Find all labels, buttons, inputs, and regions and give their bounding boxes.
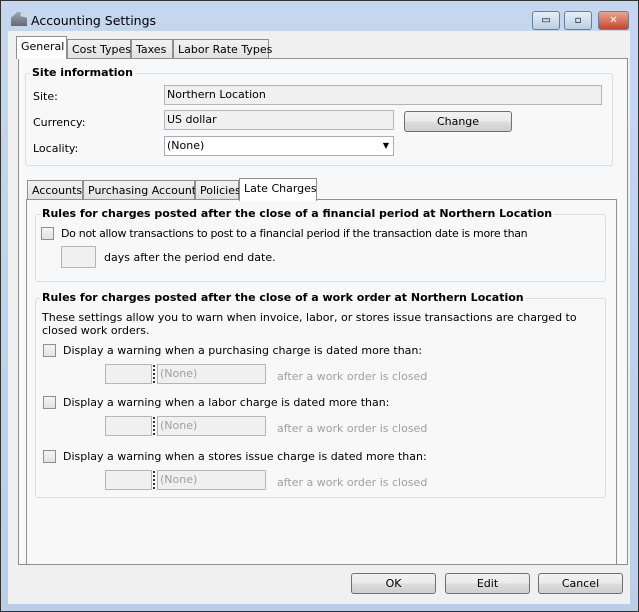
days-field[interactable]	[61, 246, 96, 268]
stores-amount-field	[105, 470, 152, 490]
spinner-handle	[153, 471, 155, 489]
change-currency-button[interactable]: Change	[404, 111, 512, 132]
cancel-button[interactable]: Cancel	[538, 573, 623, 594]
financial-period-title: Rules for charges posted after the close…	[40, 207, 555, 220]
maximize-button[interactable]: ▫	[564, 11, 592, 30]
labor-warning-label: Display a warning when a labor charge is…	[63, 396, 390, 409]
labor-suffix: after a work order is closed	[277, 422, 428, 435]
purchasing-suffix: after a work order is closed	[277, 370, 428, 383]
currency-label: Currency:	[33, 116, 86, 129]
site-information-title: Site information	[30, 66, 135, 79]
locality-label: Locality:	[33, 142, 79, 155]
tab-accounts[interactable]: Accounts	[27, 180, 83, 200]
locality-value: (None)	[167, 139, 205, 152]
edit-button[interactable]: Edit	[445, 573, 530, 594]
stores-unit-select: (None)	[157, 470, 266, 490]
tab-cost-types[interactable]: Cost Types	[67, 39, 131, 59]
app-icon	[11, 12, 27, 26]
work-order-description: These settings allow you to warn when in…	[42, 311, 577, 337]
work-order-title: Rules for charges posted after the close…	[40, 291, 526, 304]
stores-warning-checkbox[interactable]	[43, 450, 56, 463]
spinner-handle	[153, 417, 155, 435]
labor-unit-select: (None)	[157, 416, 266, 436]
chevron-down-icon: ▼	[382, 141, 389, 150]
labor-warning-checkbox[interactable]	[43, 396, 56, 409]
tab-general[interactable]: General	[16, 36, 67, 59]
currency-field: US dollar	[164, 110, 394, 130]
tab-policies[interactable]: Policies	[195, 180, 241, 200]
stores-warning-label: Display a warning when a stores issue ch…	[63, 450, 427, 463]
labor-amount-field	[105, 416, 152, 436]
site-label: Site:	[33, 90, 58, 103]
close-button[interactable]: ✕	[598, 11, 629, 30]
ok-button[interactable]: OK	[351, 573, 436, 594]
financial-period-group: Rules for charges posted after the close…	[35, 207, 606, 282]
site-field[interactable]: Northern Location	[164, 85, 602, 105]
purchasing-warning-label: Display a warning when a purchasing char…	[63, 344, 423, 357]
tab-labor-rate-types[interactable]: Labor Rate Types	[173, 39, 272, 59]
purchasing-amount-field	[105, 364, 152, 384]
minimize-button[interactable]: ▭	[532, 11, 560, 30]
purchasing-warning-checkbox[interactable]	[43, 344, 56, 357]
window-title: Accounting Settings	[31, 13, 157, 28]
purchasing-unit-select: (None)	[157, 364, 266, 384]
locality-select[interactable]: (None) ▼	[164, 136, 394, 156]
days-suffix: days after the period end date.	[104, 251, 276, 264]
spinner-handle	[153, 365, 155, 383]
block-financial-posting-checkbox[interactable]	[41, 227, 54, 240]
tab-purchasing-accounts[interactable]: Purchasing Accounts	[83, 180, 202, 200]
block-financial-posting-label: Do not allow transactions to post to a f…	[61, 227, 528, 240]
stores-suffix: after a work order is closed	[277, 476, 428, 489]
tab-taxes[interactable]: Taxes	[131, 39, 173, 59]
tab-late-charges[interactable]: Late Charges	[239, 178, 317, 201]
